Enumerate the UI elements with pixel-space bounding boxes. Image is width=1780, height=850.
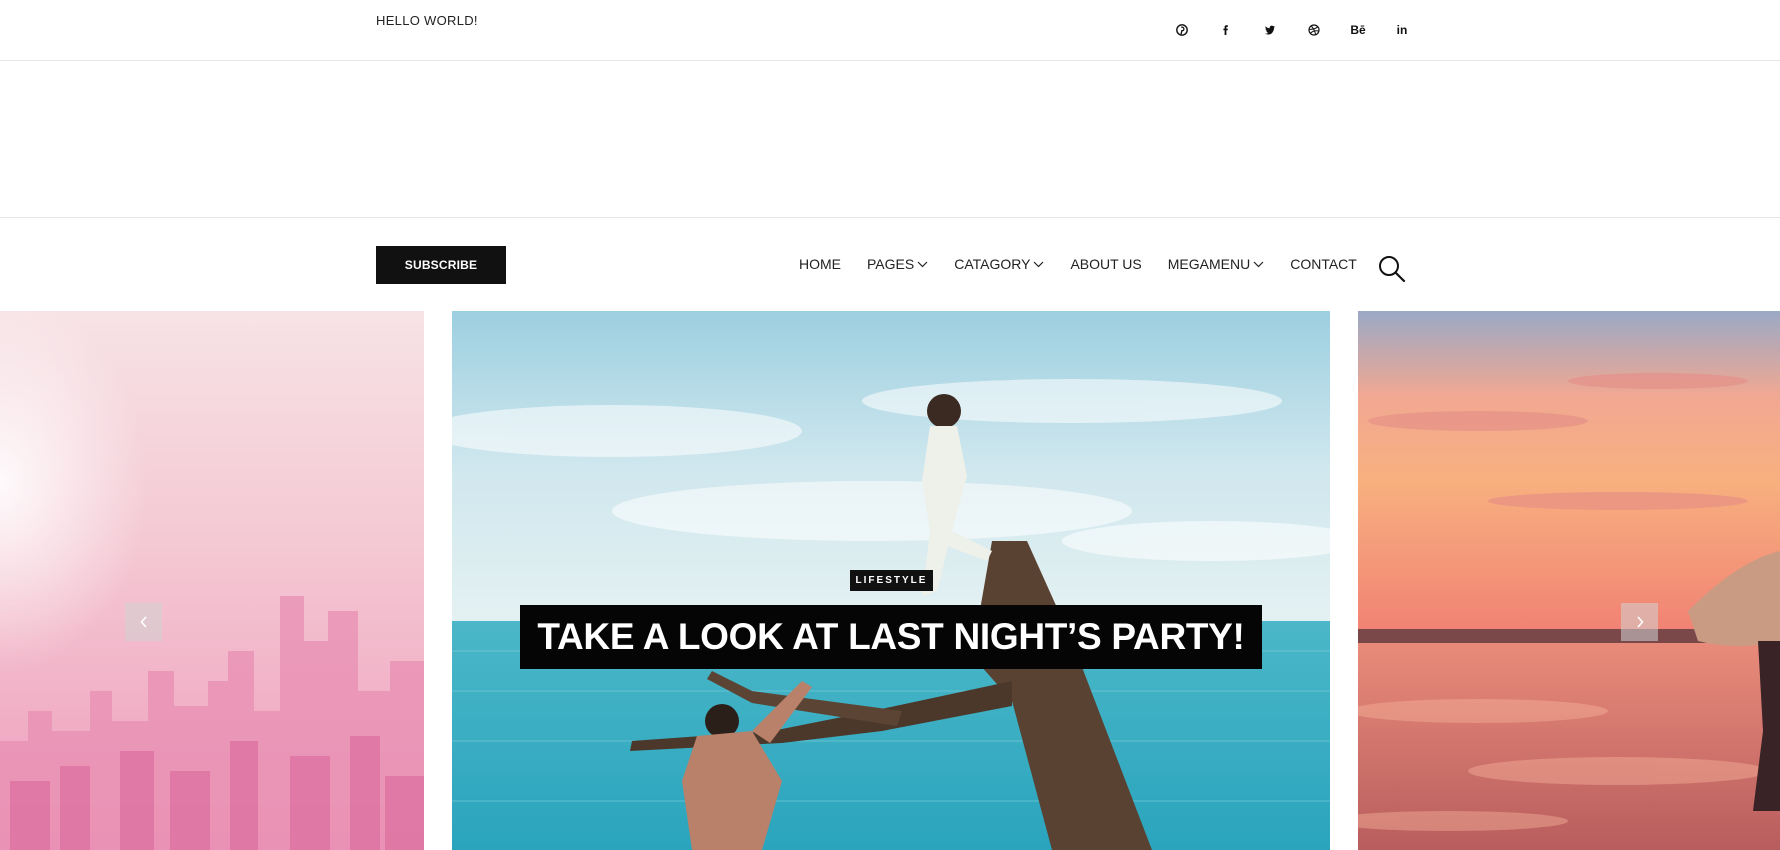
greeting-text: HELLO WORLD! xyxy=(376,13,478,28)
category-badge[interactable]: LIFESTYLE xyxy=(850,570,933,591)
social-links: Bē in xyxy=(1160,18,1424,42)
dribbble-link[interactable] xyxy=(1292,18,1336,42)
pinterest-link[interactable] xyxy=(1160,18,1204,42)
facebook-icon xyxy=(1223,25,1228,35)
search-icon xyxy=(1379,256,1406,283)
behance-link[interactable]: Bē xyxy=(1336,18,1380,42)
chevron-right-icon xyxy=(1636,616,1644,628)
facebook-link[interactable] xyxy=(1204,18,1248,42)
nav-item-home[interactable]: HOME xyxy=(799,256,841,272)
nav-item-pages[interactable]: PAGES xyxy=(867,256,928,272)
nav-menu: HOME PAGES CATAGORY ABOUT US MEGAMENU CO… xyxy=(799,256,1383,272)
chevron-left-icon xyxy=(139,616,147,628)
nav-item-label: HOME xyxy=(799,256,841,272)
chevron-down-icon xyxy=(917,261,928,267)
slide-image-pink-city xyxy=(0,311,424,850)
twitter-link[interactable] xyxy=(1248,18,1292,42)
nav-item-label: CATAGORY xyxy=(954,256,1031,272)
behance-icon: Bē xyxy=(1350,23,1366,37)
slider-next-button[interactable] xyxy=(1621,603,1658,641)
nav-item-catagory[interactable]: CATAGORY xyxy=(954,256,1044,272)
pinterest-icon xyxy=(1176,24,1188,36)
linkedin-icon: in xyxy=(1396,23,1408,37)
main-nav: SUBSCRIBE HOME PAGES CATAGORY ABOUT US M… xyxy=(0,218,1780,311)
nav-item-label: ABOUT US xyxy=(1070,256,1142,272)
slider-prev-button[interactable] xyxy=(125,603,162,641)
slide-title[interactable]: TAKE A LOOK AT LAST NIGHT’S PARTY! xyxy=(520,605,1262,669)
chevron-down-icon xyxy=(1034,261,1044,267)
chevron-down-icon xyxy=(1253,261,1264,267)
nav-item-label: PAGES xyxy=(867,256,915,272)
linkedin-link[interactable]: in xyxy=(1380,18,1424,42)
slide-next[interactable] xyxy=(1358,311,1780,850)
top-bar: HELLO WORLD! Bē in xyxy=(0,0,1780,61)
twitter-icon xyxy=(1265,25,1275,35)
nav-item-contact[interactable]: CONTACT xyxy=(1290,256,1357,272)
dribbble-icon xyxy=(1308,24,1320,36)
slide-image-sunset-beach xyxy=(1358,311,1780,850)
subscribe-button[interactable]: SUBSCRIBE xyxy=(376,246,506,284)
search-button[interactable] xyxy=(1377,254,1407,284)
slide-previous[interactable] xyxy=(0,311,424,850)
header-band xyxy=(0,61,1780,218)
nav-item-label: CONTACT xyxy=(1290,256,1357,272)
nav-item-megamenu[interactable]: MEGAMENU xyxy=(1168,256,1264,272)
nav-item-about-us[interactable]: ABOUT US xyxy=(1070,256,1141,272)
nav-item-label: MEGAMENU xyxy=(1167,256,1251,272)
